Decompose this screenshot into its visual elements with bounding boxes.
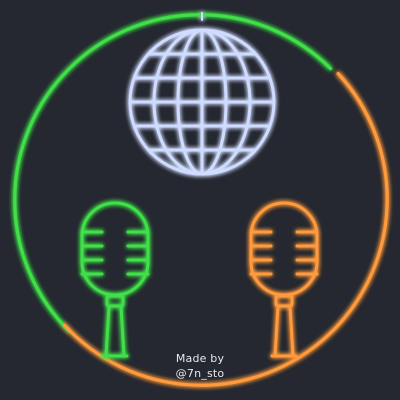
logo-artwork (13, 12, 389, 387)
podcast-logo: Made by @7n_sto (0, 0, 400, 400)
disco-globe-icon (128, 28, 276, 176)
microphone-icon (249, 201, 319, 358)
ring-arc-green (13, 13, 333, 333)
credit-handle: @7n_sto (175, 367, 225, 380)
microphone-icon (80, 201, 150, 358)
credit-line-1: Made by (175, 352, 225, 365)
